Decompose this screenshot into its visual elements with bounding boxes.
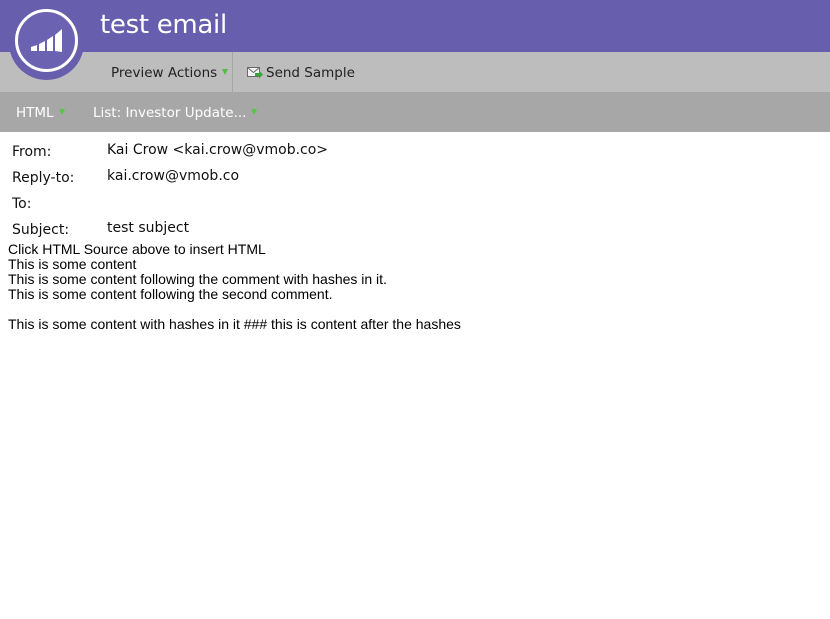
body-line: This is some content following the secon… <box>8 286 333 302</box>
list-label: List: Investor Update... <box>93 105 247 121</box>
preview-actions-label: Preview Actions <box>111 65 218 81</box>
preview-actions-menu[interactable]: Preview Actions <box>111 52 229 92</box>
send-sample-button[interactable]: Send Sample <box>247 52 355 92</box>
main-toolbar: Preview Actions Send Sample <box>0 52 830 92</box>
app-header: test email <box>0 0 830 52</box>
email-body: Click HTML Source above to insert HTML T… <box>8 242 461 332</box>
marketo-bars-icon <box>15 9 78 72</box>
dropdown-caret-icon <box>251 109 258 115</box>
body-line: This is some content <box>8 256 137 272</box>
format-label: HTML <box>16 105 54 121</box>
page-title: test email <box>100 10 227 40</box>
subject-value: test subject <box>107 220 190 236</box>
from-label: From: <box>12 144 52 160</box>
send-sample-label: Send Sample <box>266 65 355 81</box>
reply-to-label: Reply-to: <box>12 170 75 186</box>
email-preview-window: test email Preview Actions Send Sample H… <box>0 0 830 619</box>
reply-to-value: kai.crow@vmob.co <box>107 168 240 184</box>
body-line: This is some content with hashes in it #… <box>8 316 461 332</box>
subject-label: Subject: <box>12 222 70 238</box>
toolbar-divider <box>232 52 233 92</box>
body-line: Click HTML Source above to insert HTML <box>8 241 266 257</box>
body-line: This is some content following the comme… <box>8 271 387 287</box>
from-value: Kai Crow <kai.crow@vmob.co> <box>107 142 329 158</box>
format-dropdown[interactable]: HTML <box>16 92 65 132</box>
send-mail-icon <box>247 67 263 79</box>
app-logo[interactable] <box>9 5 84 80</box>
list-dropdown[interactable]: List: Investor Update... <box>93 92 258 132</box>
dropdown-caret-icon <box>58 109 65 115</box>
view-toolbar: HTML List: Investor Update... <box>0 92 830 132</box>
dropdown-caret-icon <box>222 69 229 75</box>
to-label: To: <box>12 196 32 212</box>
